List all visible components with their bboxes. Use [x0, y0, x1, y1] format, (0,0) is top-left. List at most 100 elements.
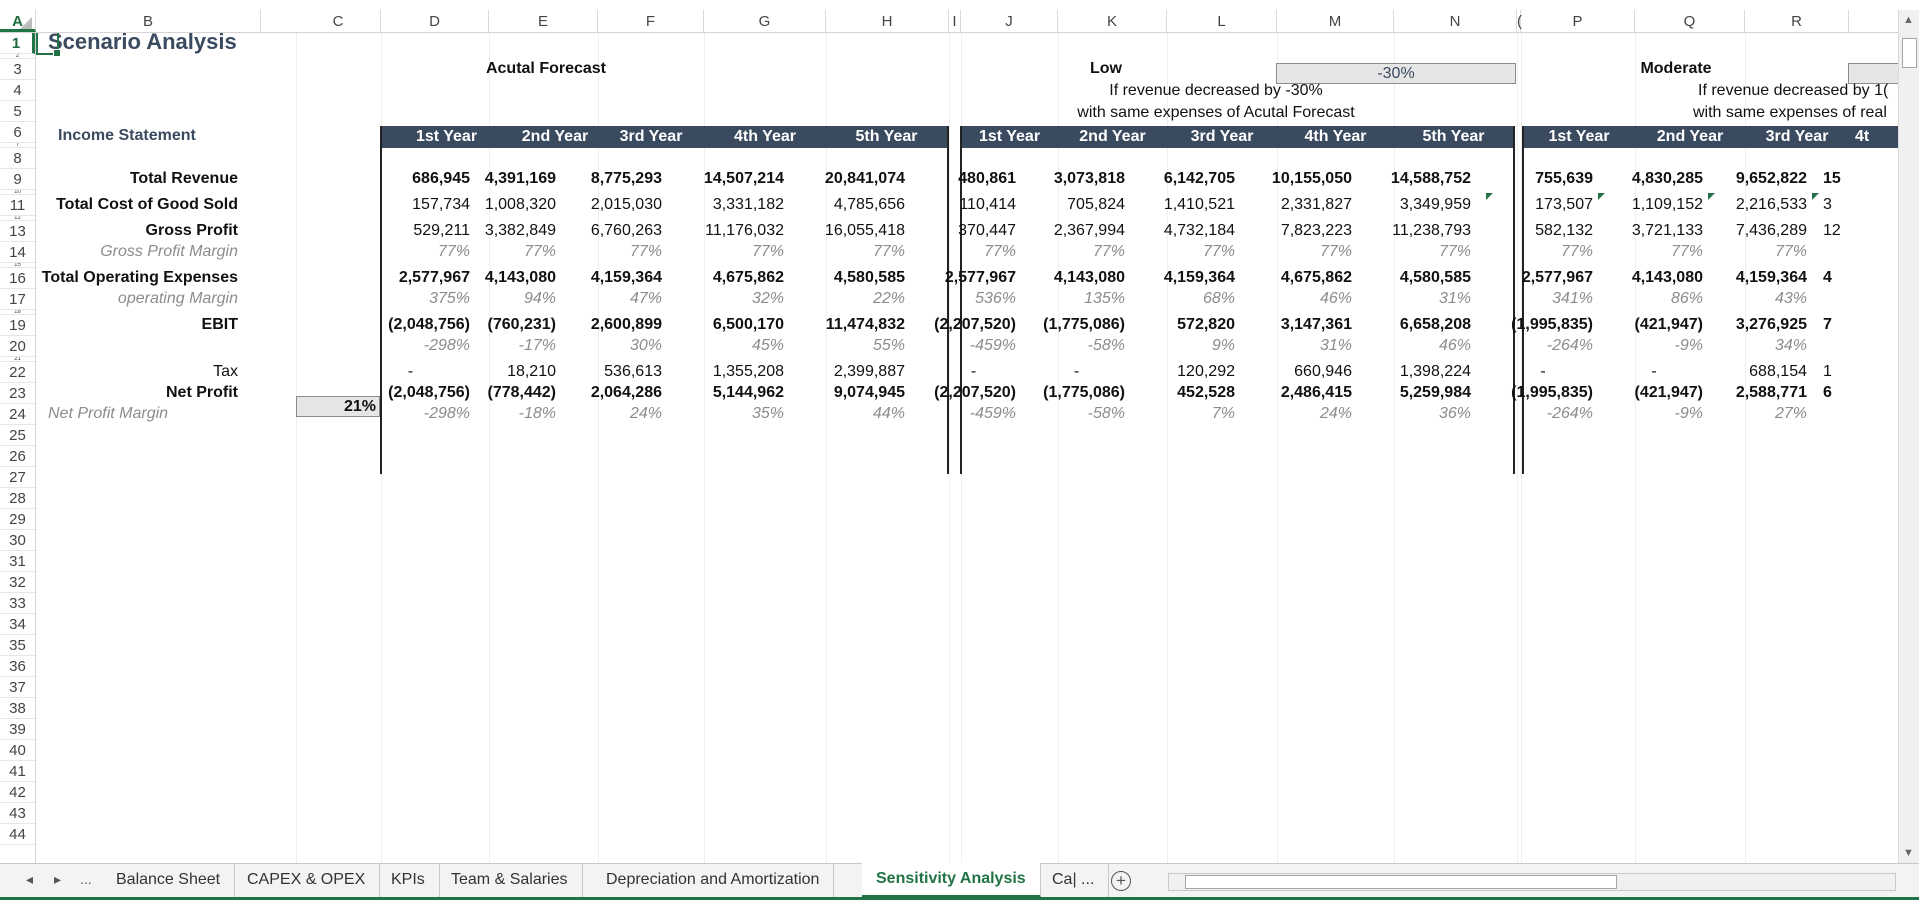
actual-tax-value[interactable]: 1,355,208: [668, 362, 784, 382]
moderate-ebit-value[interactable]: 7: [1823, 315, 1862, 335]
moderate-gross-profit-value[interactable]: 7,436,289: [1709, 221, 1807, 241]
row-header-22[interactable]: 22: [0, 362, 35, 383]
scroll-up-icon[interactable]: ▲: [1903, 14, 1914, 26]
actual-net-profit-value[interactable]: 2,064,286: [562, 383, 662, 403]
actual-ebit-margin-value[interactable]: 30%: [562, 336, 662, 356]
row-header-6[interactable]: 6: [0, 122, 35, 143]
actual-total-revenue-value[interactable]: 14,507,214: [668, 169, 784, 189]
low-net-margin-value[interactable]: 24%: [1241, 404, 1352, 424]
low-tax-value[interactable]: 1,398,224: [1358, 362, 1471, 382]
actual-ebit-value[interactable]: 2,600,899: [562, 315, 662, 335]
moderate-net-profit-value[interactable]: (421,947): [1599, 383, 1704, 403]
selected-cell-a1[interactable]: [36, 33, 61, 57]
low-total-opex-value[interactable]: 4,580,585: [1358, 268, 1471, 288]
low-gross-margin-value[interactable]: 77%: [925, 242, 1016, 262]
column-header-I[interactable]: I: [949, 10, 961, 32]
actual-net-profit-value[interactable]: 9,074,945: [790, 383, 905, 403]
low-ebit-value[interactable]: 6,658,208: [1358, 315, 1471, 335]
low-net-profit-value[interactable]: (2,207,520): [925, 383, 1016, 403]
low-gross-profit-value[interactable]: 370,447: [925, 221, 1016, 241]
worksheet-grid[interactable]: Scenario Analysis Income Statement Acuta…: [36, 33, 1898, 863]
moderate-total-opex-value[interactable]: 4: [1823, 268, 1862, 288]
row-header-41[interactable]: 41: [0, 761, 35, 782]
moderate-gross-profit-value[interactable]: 582,132: [1487, 221, 1593, 241]
sheet-tab-kpis[interactable]: KPIs: [377, 864, 440, 897]
low-ebit-margin-value[interactable]: 9%: [1131, 336, 1235, 356]
row-header-39[interactable]: 39: [0, 719, 35, 740]
row-header-33[interactable]: 33: [0, 593, 35, 614]
actual-gross-profit-value[interactable]: 529,211: [345, 221, 470, 241]
row-header-40[interactable]: 40: [0, 740, 35, 761]
actual-tax-value[interactable]: 536,613: [562, 362, 662, 382]
row-header-36[interactable]: 36: [0, 656, 35, 677]
sheet-tab-balance-sheet[interactable]: Balance Sheet: [102, 864, 236, 897]
actual-net-margin-value[interactable]: 35%: [668, 404, 784, 424]
column-header-B[interactable]: B: [36, 10, 261, 32]
row-header-20[interactable]: 20: [0, 336, 35, 357]
actual-total-cogs-value[interactable]: 2,015,030: [562, 195, 662, 215]
moderate-total-cogs-value[interactable]: 173,507: [1487, 195, 1593, 215]
low-gross-profit-value[interactable]: 4,732,184: [1131, 221, 1235, 241]
low-ebit-margin-value[interactable]: -459%: [925, 336, 1016, 356]
actual-total-revenue-value[interactable]: 686,945: [345, 169, 470, 189]
sheet-tab-depreciation-and-amortization[interactable]: Depreciation and Amortization: [592, 864, 835, 897]
actual-total-cogs-value[interactable]: 157,734: [345, 195, 470, 215]
scroll-down-icon[interactable]: ▼: [1903, 847, 1914, 859]
tab-next-icon[interactable]: ▸: [54, 864, 61, 897]
low-gross-profit-value[interactable]: 7,823,223: [1241, 221, 1352, 241]
moderate-op-margin-value[interactable]: 341%: [1487, 289, 1593, 309]
row-header-42[interactable]: 42: [0, 782, 35, 803]
column-header-J[interactable]: J: [961, 10, 1058, 32]
low-net-margin-value[interactable]: -58%: [1022, 404, 1125, 424]
low-ebit-value[interactable]: (1,775,086): [1022, 315, 1125, 335]
moderate-total-cogs-value[interactable]: 3: [1823, 195, 1862, 215]
column-header-K[interactable]: K: [1058, 10, 1167, 32]
actual-tax-value[interactable]: 18,210: [476, 362, 556, 382]
moderate-tax-value[interactable]: 688,154: [1709, 362, 1807, 382]
column-header-E[interactable]: E: [489, 10, 598, 32]
actual-gross-margin-value[interactable]: 77%: [790, 242, 905, 262]
low-gross-profit-value[interactable]: 11,238,793: [1358, 221, 1471, 241]
low-gross-profit-value[interactable]: 2,367,994: [1022, 221, 1125, 241]
column-header-C[interactable]: C: [296, 10, 381, 32]
moderate-net-margin-value[interactable]: -9%: [1599, 404, 1703, 424]
row-header-26[interactable]: 26: [0, 446, 35, 467]
moderate-gross-margin-value[interactable]: 77%: [1709, 242, 1807, 262]
moderate-net-profit-value[interactable]: 2,588,771: [1709, 383, 1807, 403]
low-total-opex-value[interactable]: 4,675,862: [1241, 268, 1352, 288]
moderate-ebit-margin-value[interactable]: -264%: [1487, 336, 1593, 356]
low-ebit-value[interactable]: 572,820: [1131, 315, 1235, 335]
moderate-total-revenue-value[interactable]: 4,830,285: [1599, 169, 1703, 189]
actual-tax-value[interactable]: -: [345, 362, 476, 382]
low-ebit-margin-value[interactable]: -58%: [1022, 336, 1125, 356]
row-header-35[interactable]: 35: [0, 635, 35, 656]
actual-net-margin-value[interactable]: -18%: [476, 404, 556, 424]
moderate-total-opex-value[interactable]: 2,577,967: [1487, 268, 1593, 288]
moderate-tax-value[interactable]: 1: [1823, 362, 1862, 382]
moderate-net-profit-value[interactable]: 6: [1823, 383, 1862, 403]
column-header-P[interactable]: P: [1521, 10, 1635, 32]
low-total-cogs-value[interactable]: 1,410,521: [1131, 195, 1235, 215]
moderate-ebit-value[interactable]: 3,276,925: [1709, 315, 1807, 335]
column-header-L[interactable]: L: [1167, 10, 1277, 32]
actual-total-opex-value[interactable]: 4,143,080: [476, 268, 556, 288]
low-total-revenue-value[interactable]: 3,073,818: [1022, 169, 1125, 189]
low-total-cogs-value[interactable]: 110,414: [925, 195, 1016, 215]
column-header-M[interactable]: M: [1277, 10, 1394, 32]
column-header-H[interactable]: H: [826, 10, 949, 32]
low-tax-value[interactable]: 660,946: [1241, 362, 1352, 382]
actual-op-margin-value[interactable]: 375%: [345, 289, 470, 309]
row-header-9[interactable]: 9: [0, 169, 35, 190]
low-op-margin-value[interactable]: 31%: [1358, 289, 1471, 309]
column-header-N[interactable]: N: [1394, 10, 1517, 32]
low-total-cogs-value[interactable]: 2,331,827: [1241, 195, 1352, 215]
actual-ebit-margin-value[interactable]: 45%: [668, 336, 784, 356]
low-op-margin-value[interactable]: 536%: [925, 289, 1016, 309]
moderate-net-profit-value[interactable]: (1,995,835): [1487, 383, 1593, 403]
actual-ebit-margin-value[interactable]: 55%: [790, 336, 905, 356]
actual-op-margin-value[interactable]: 22%: [790, 289, 905, 309]
tab-prev-icon[interactable]: ◂: [26, 864, 33, 897]
sheet-tab-ca-[interactable]: Ca| ...: [1038, 864, 1110, 897]
low-total-revenue-value[interactable]: 6,142,705: [1131, 169, 1235, 189]
actual-net-profit-value[interactable]: (778,442): [476, 383, 557, 403]
